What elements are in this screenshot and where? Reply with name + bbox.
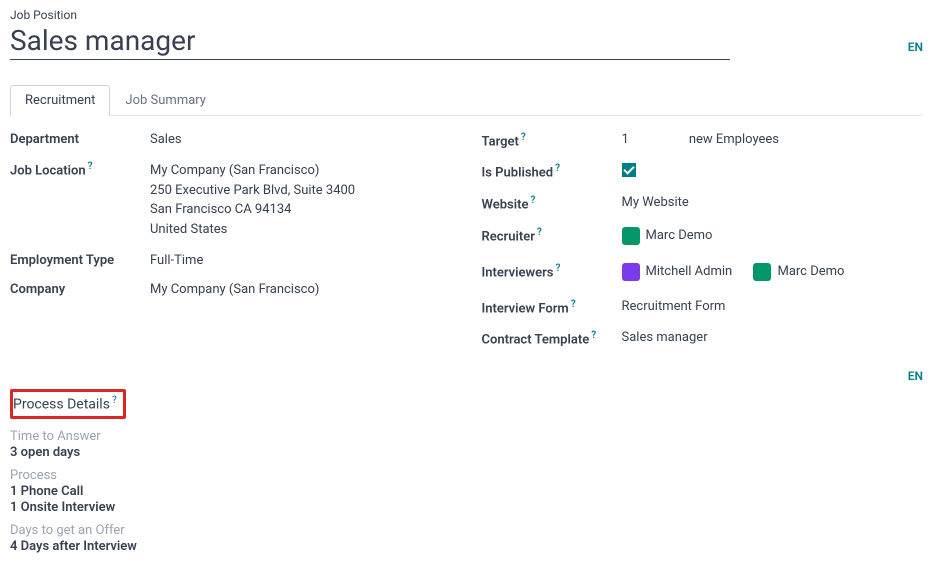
help-icon[interactable]: ?	[88, 161, 93, 172]
days-offer-value[interactable]: 4 Days after Interview	[10, 539, 923, 554]
target-value[interactable]: 1new Employees	[622, 132, 924, 147]
contract-template-label: Contract Template?	[482, 330, 622, 347]
avatar	[753, 263, 771, 281]
process-line-1[interactable]: 1 Phone Call	[10, 484, 923, 499]
help-icon[interactable]: ?	[112, 395, 117, 406]
recruiter-label: Recruiter?	[482, 227, 622, 244]
job-location-label: Job Location?	[10, 161, 150, 178]
process-label: Process	[10, 468, 923, 483]
help-icon[interactable]: ?	[555, 163, 560, 174]
company-value[interactable]: My Company (San Francisco)	[150, 282, 452, 297]
avatar	[622, 263, 640, 281]
employment-type-label: Employment Type	[10, 253, 150, 268]
lang-toggle-en[interactable]: EN	[908, 40, 923, 54]
contract-template-value[interactable]: Sales manager	[622, 330, 924, 345]
help-icon[interactable]: ?	[537, 227, 542, 238]
department-label: Department	[10, 132, 150, 147]
interview-form-value[interactable]: Recruitment Form	[622, 299, 924, 314]
job-location-value[interactable]: My Company (San Francisco) 250 Executive…	[150, 161, 452, 239]
time-to-answer-value[interactable]: 3 open days	[10, 445, 923, 460]
is-published-checkbox[interactable]	[622, 163, 636, 177]
avatar	[622, 227, 640, 245]
tab-job-summary[interactable]: Job Summary	[110, 85, 221, 116]
employment-type-value[interactable]: Full-Time	[150, 253, 452, 268]
job-position-field-label: Job Position	[10, 8, 888, 22]
days-offer-label: Days to get an Offer	[10, 523, 923, 538]
target-label: Target?	[482, 132, 622, 149]
help-icon[interactable]: ?	[530, 195, 535, 206]
help-icon[interactable]: ?	[571, 299, 576, 310]
website-value[interactable]: My Website	[622, 195, 924, 210]
job-position-title-input[interactable]	[10, 24, 730, 60]
department-value[interactable]: Sales	[150, 132, 452, 147]
tab-recruitment[interactable]: Recruitment	[10, 85, 110, 116]
help-icon[interactable]: ?	[521, 132, 526, 143]
interview-form-label: Interview Form?	[482, 299, 622, 316]
company-label: Company	[10, 282, 150, 297]
recruiter-value[interactable]: Marc Demo	[622, 227, 924, 249]
is-published-label: Is Published?	[482, 163, 622, 180]
interviewers-value[interactable]: Mitchell Admin Marc Demo	[622, 263, 924, 285]
help-icon[interactable]: ?	[556, 263, 561, 274]
tabs-container: Recruitment Job Summary	[10, 84, 923, 116]
process-line-2[interactable]: 1 Onsite Interview	[10, 500, 923, 515]
target-suffix: new Employees	[689, 132, 779, 147]
interviewers-label: Interviewers?	[482, 263, 622, 280]
process-details-heading: Process Details?	[10, 389, 126, 419]
website-label: Website?	[482, 195, 622, 212]
time-to-answer-label: Time to Answer	[10, 429, 923, 444]
help-icon[interactable]: ?	[591, 330, 596, 341]
lang-toggle-en-process[interactable]: EN	[908, 369, 923, 383]
